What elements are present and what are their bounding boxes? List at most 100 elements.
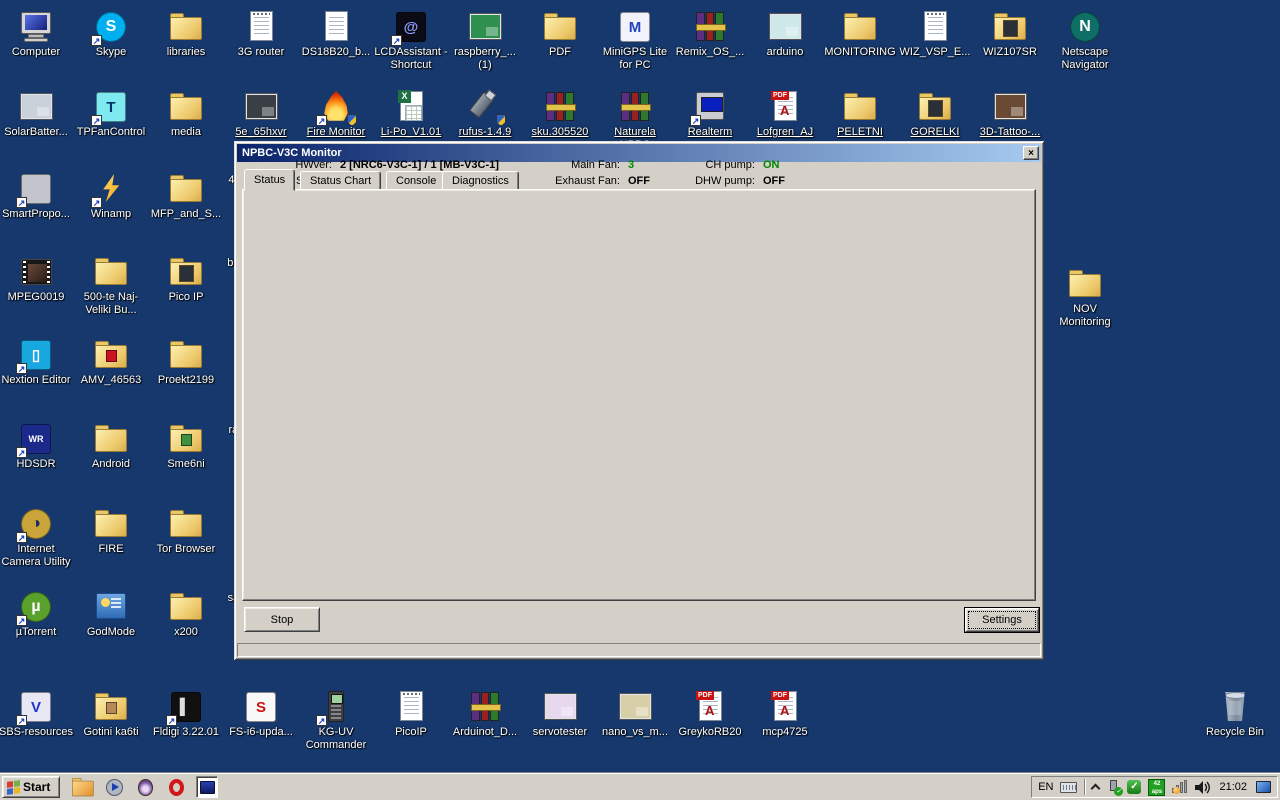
settings-button[interactable]: Settings bbox=[965, 608, 1039, 632]
desktop-icon-picoip[interactable]: PicoIP bbox=[374, 690, 448, 739]
quick-launch-tor-browser[interactable] bbox=[134, 776, 156, 798]
shortcut-arrow-icon: ↗ bbox=[16, 447, 27, 458]
aps-badge-icon[interactable]: 42aps bbox=[1148, 779, 1165, 796]
desktop-icon-internet-camera-utility[interactable]: ◑↗Internet Camera Utility bbox=[0, 507, 73, 569]
desktop-icon-gotini-ka6ti[interactable]: Gotini ka6ti bbox=[74, 690, 148, 739]
desktop-icon-ds18b20-b[interactable]: DS18B20_b... bbox=[299, 10, 373, 59]
close-button[interactable]: × bbox=[1023, 146, 1039, 160]
desktop-icon-label: nano_vs_m... bbox=[598, 726, 672, 739]
winrar-archive-icon bbox=[467, 690, 503, 724]
desktop-icon-lofgren-aj[interactable]: PDFALofgren_AJ bbox=[748, 90, 822, 139]
shortcut-arrow-icon: ↗ bbox=[316, 115, 327, 126]
tab-console[interactable]: Console bbox=[386, 171, 446, 190]
language-indicator[interactable]: EN bbox=[1038, 781, 1053, 793]
desktop-icon-label: Sme6ni bbox=[149, 458, 223, 471]
desktop-icon-amv-46563[interactable]: AMV_46563 bbox=[74, 338, 148, 387]
desktop-icon-servotester[interactable]: servotester bbox=[523, 690, 597, 739]
stop-button[interactable]: Stop bbox=[244, 607, 320, 632]
desktop-icon-3g-router[interactable]: 3G router bbox=[224, 10, 298, 59]
folder-icon bbox=[992, 10, 1028, 44]
desktop-icon-fldigi-3-22-01[interactable]: ▍↗Fldigi 3.22.01 bbox=[149, 690, 223, 739]
folder-icon bbox=[1067, 267, 1103, 301]
quick-launch-opera[interactable] bbox=[165, 776, 187, 798]
antivirus-status-icon[interactable]: ✓ bbox=[1127, 780, 1141, 794]
desktop-icon-kg-uv-commander[interactable]: ↗KG-UV Commander bbox=[299, 690, 373, 752]
shortcut-arrow-icon: ↗ bbox=[91, 115, 102, 126]
desktop-icon-wiz107sr[interactable]: WIZ107SR bbox=[973, 10, 1047, 59]
desktop-icon-winamp[interactable]: ↗Winamp bbox=[74, 172, 148, 221]
tab-status[interactable]: Status bbox=[244, 169, 295, 191]
folder-icon bbox=[842, 90, 878, 124]
tab-diagnostics[interactable]: Diagnostics bbox=[442, 171, 519, 190]
desktop-icon-fire-monitor[interactable]: ↗Fire Monitor bbox=[299, 90, 373, 139]
desktop-icon-torrent[interactable]: µ↗µTorrent bbox=[0, 590, 73, 639]
desktop-icon-libraries[interactable]: libraries bbox=[149, 10, 223, 59]
folder-icon bbox=[842, 10, 878, 44]
start-button[interactable]: Start bbox=[2, 776, 60, 798]
desktop-icon-mcp4725[interactable]: PDFAmcp4725 bbox=[748, 690, 822, 739]
desktop-icon-gorelki[interactable]: GORELKI bbox=[898, 90, 972, 139]
desktop-icon-proekt2199[interactable]: Proekt2199 bbox=[149, 338, 223, 387]
desktop-icon-5e-65hxvr[interactable]: 5e_65hxvr bbox=[224, 90, 298, 139]
desktop-icon-lcdassistant-shortcut[interactable]: @↗LCDAssistant - Shortcut bbox=[374, 10, 448, 72]
camera-utility-icon: ◑↗ bbox=[18, 507, 54, 541]
desktop-icon-minigps-lite-for-pc[interactable]: MMiniGPS Lite for PC bbox=[598, 10, 672, 72]
folder-icon bbox=[93, 690, 129, 724]
fire-monitor-icon: ↗ bbox=[318, 90, 354, 124]
quick-launch-npbc-monitor-task[interactable] bbox=[196, 776, 218, 798]
tpfancontrol-icon: T↗ bbox=[93, 90, 129, 124]
desktop-icon-netscape-navigator[interactable]: NNetscape Navigator bbox=[1048, 10, 1122, 72]
desktop-icon-label: servotester bbox=[523, 726, 597, 739]
desktop-icon-nano-vs-m[interactable]: nano_vs_m... bbox=[598, 690, 672, 739]
show-desktop-icon[interactable] bbox=[1256, 781, 1271, 793]
folder-icon bbox=[93, 338, 129, 372]
desktop-icon-nextion-editor[interactable]: ▯↗Nextion Editor bbox=[0, 338, 73, 387]
desktop-icon-mpeg0019[interactable]: MPEG0019 bbox=[0, 255, 73, 304]
desktop-icon-remix-os[interactable]: Remix_OS_... bbox=[673, 10, 747, 59]
desktop-icon-3d-tattoo[interactable]: 3D-Tattoo-... bbox=[973, 90, 1047, 139]
desktop-icon-godmode[interactable]: GodMode bbox=[74, 590, 148, 639]
desktop-icon-wiz-vsp-e[interactable]: WIZ_VSP_E... bbox=[898, 10, 972, 59]
desktop-icon-sbs-resources[interactable]: V↗SBS-resources bbox=[0, 690, 73, 739]
desktop-icon-greykorb20[interactable]: PDFAGreykoRB20 bbox=[673, 690, 747, 739]
desktop-icon-tor-browser[interactable]: Tor Browser bbox=[149, 507, 223, 556]
desktop-icon-pdf[interactable]: PDF bbox=[523, 10, 597, 59]
netscape-icon: N bbox=[1067, 10, 1103, 44]
desktop-icon-arduinot-d[interactable]: Arduinot_D... bbox=[448, 690, 522, 739]
keyboard-layout-icon[interactable] bbox=[1060, 782, 1077, 793]
desktop-icon-label: NOV Monitoring bbox=[1048, 303, 1122, 329]
tab-status-chart[interactable]: Status Chart bbox=[300, 171, 381, 190]
quick-launch-media-player[interactable] bbox=[103, 776, 125, 798]
desktop-icon-nov-monitoring[interactable]: NOV Monitoring bbox=[1048, 267, 1122, 329]
desktop-icon-tpfancontrol[interactable]: T↗TPFanControl bbox=[74, 90, 148, 139]
pump-fields: CH pump:ONDHW pump:OFF bbox=[671, 157, 785, 189]
shortcut-arrow-icon: ↗ bbox=[16, 197, 27, 208]
network-signal-icon[interactable] bbox=[1172, 780, 1188, 794]
desktop-icon-hdsdr[interactable]: WR↗HDSDR bbox=[0, 422, 73, 471]
volume-icon[interactable] bbox=[1195, 781, 1210, 794]
desktop-icon-rufus-1-4-9[interactable]: rufus-1.4.9 bbox=[448, 90, 522, 139]
shortcut-arrow-icon: ↗ bbox=[91, 35, 102, 46]
desktop-icon-recycle-bin[interactable]: Recycle Bin bbox=[1198, 690, 1272, 739]
desktop-icon-peletni[interactable]: PELETNI bbox=[823, 90, 897, 139]
desktop-icon-solarbatter[interactable]: SolarBatter... bbox=[0, 90, 73, 139]
folder-icon bbox=[168, 338, 204, 372]
desktop-icon-li-po-v1-01[interactable]: Li-Po_V1.01 bbox=[374, 90, 448, 139]
desktop-icon-fire[interactable]: FIRE bbox=[74, 507, 148, 556]
show-hidden-icons-icon[interactable] bbox=[1092, 782, 1099, 792]
desktop-icon-raspberry-1[interactable]: raspberry_... (1) bbox=[448, 10, 522, 72]
desktop-icon-arduino[interactable]: arduino bbox=[748, 10, 822, 59]
desktop-icon-monitoring[interactable]: MONITORING bbox=[823, 10, 897, 59]
desktop-icon-fs-i6-upda[interactable]: SFS-i6-upda... bbox=[224, 690, 298, 739]
desktop-icon-smartpropo[interactable]: ↗SmartPropo... bbox=[0, 172, 73, 221]
taskbar-clock[interactable]: 21:02 bbox=[1217, 781, 1249, 793]
quick-launch-explorer[interactable] bbox=[72, 776, 94, 798]
desktop-icon-500-te-naj-veliki-bu[interactable]: 500-te Naj-Veliki Bu... bbox=[74, 255, 148, 317]
desktop-icon-android[interactable]: Android bbox=[74, 422, 148, 471]
desktop-icon-media[interactable]: media bbox=[149, 90, 223, 139]
safely-remove-hardware-icon[interactable]: ✓ bbox=[1106, 780, 1120, 794]
desktop-icon-skype[interactable]: S↗Skype bbox=[74, 10, 148, 59]
desktop-icon-computer[interactable]: Computer bbox=[0, 10, 73, 59]
desktop-icon-sku-305520[interactable]: sku.305520 bbox=[523, 90, 597, 139]
desktop-icon-realterm[interactable]: ↗Realterm bbox=[673, 90, 747, 139]
